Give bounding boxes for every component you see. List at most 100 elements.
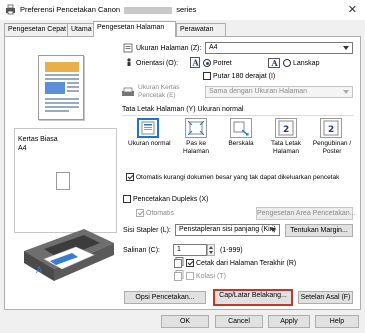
print-last-page-icon	[174, 257, 184, 268]
layout-scaled-label: Berskala	[228, 140, 254, 147]
copies-input[interactable]: 1	[173, 244, 207, 256]
divider	[122, 115, 354, 116]
copies-label-text: Salinan	[123, 247, 147, 254]
stapling-side-label-key: (L):	[160, 227, 171, 234]
printer-paper-size-select[interactable]: Sama dengan Ukuran Halaman	[205, 86, 353, 98]
collate-icon	[174, 270, 184, 281]
tab-main[interactable]: Utama	[67, 23, 94, 36]
specify-margin-button[interactable]: Tentukan Margin...	[285, 224, 353, 237]
printer-icon	[6, 4, 15, 15]
window-title: Preferensi Pencetakan Canon series	[20, 5, 196, 14]
duplex-checkbox[interactable]	[123, 195, 131, 203]
tab-maintenance[interactable]: Perawatan	[176, 23, 226, 36]
stamp-background-button[interactable]: Cap/Latar Belakang...	[213, 289, 293, 306]
chevron-down-icon	[270, 228, 276, 232]
svg-text:A: A	[271, 58, 279, 68]
print-options-button[interactable]: Opsi Pencetakan...	[124, 291, 206, 304]
window-title-prefix: Preferensi Pencetakan Canon	[20, 5, 121, 14]
layout-scaled-icon[interactable]	[230, 118, 252, 138]
duplex-auto-label: Otomatis	[146, 210, 175, 217]
page-size-label-key: (Z):	[190, 45, 202, 52]
stapling-side-label: Sisi Stapler (L):	[123, 227, 171, 234]
tab-page-setup[interactable]: Pengesetan Halaman	[93, 21, 176, 37]
page-size-icon	[123, 43, 133, 53]
media-type-text: Kertas Biasa	[18, 136, 58, 143]
layout-fit-icon[interactable]	[185, 118, 207, 138]
preview-content-icon	[45, 62, 79, 112]
landscape-radio[interactable]	[283, 59, 291, 67]
layout-fit-label-1: Pas ke	[186, 140, 206, 147]
page-layout-heading-text: Tata Letak Halaman	[122, 106, 185, 113]
rotate-180-label-key: (I)	[268, 73, 276, 80]
layout-tiling-icon[interactable]: 2	[320, 118, 342, 138]
print-last-page-label-text: Cetak dari Halaman Terakhir	[196, 260, 285, 267]
copies-spinner[interactable]	[207, 244, 215, 256]
defaults-button[interactable]: Setelan Asal (F)	[298, 291, 353, 304]
printer-paper-size-icon	[122, 87, 134, 96]
printer-paper-size-label-2: Pencetak (E)	[138, 92, 176, 99]
print-last-page-label: Cetak dari Halaman Terakhir (R)	[196, 260, 296, 267]
copies-value: 1	[177, 246, 181, 253]
printer-illustration-icon: A	[24, 229, 114, 281]
landscape-icon: A	[268, 58, 280, 68]
copies-range: (1-999)	[220, 247, 243, 254]
auto-reduce-checkbox[interactable]	[126, 173, 134, 181]
orientation-label-key: (O):	[165, 60, 179, 67]
help-button[interactable]: Help	[315, 315, 359, 328]
tab-quick-setup[interactable]: Pengesetan Cepat	[4, 23, 68, 36]
layout-tiling-label-1: Pengubinan /	[312, 140, 352, 147]
stapling-side-select[interactable]: Penstapleran sisi panjang (Kiri)	[175, 224, 280, 236]
page-size-label-text: Ukuran Halaman	[136, 45, 189, 52]
collate-checkbox[interactable]	[186, 272, 194, 280]
layout-normal-icon[interactable]	[137, 118, 159, 138]
rotate-180-label: Putar 180 derajat (I)	[213, 73, 275, 80]
duplex-label-text: Pencetakan Dupleks	[133, 196, 198, 203]
copies-label: Salinan (C):	[123, 247, 160, 254]
close-button[interactable]: ✕	[348, 3, 357, 16]
arrow-down-icon	[209, 251, 213, 254]
title-bar: Preferensi Pencetakan Canon series ✕	[0, 0, 365, 20]
page-preview	[38, 55, 84, 120]
svg-text:2: 2	[283, 125, 289, 135]
print-last-page-checkbox[interactable]	[186, 259, 194, 267]
chevron-down-icon	[343, 46, 349, 50]
orientation-icon	[127, 58, 131, 66]
duplex-auto-checkbox[interactable]	[136, 209, 144, 217]
portrait-radio[interactable]	[203, 59, 211, 67]
layout-page-layout-label-2: Halaman	[272, 148, 299, 155]
layout-page-layout-icon[interactable]: 2	[275, 118, 297, 138]
duplex-label: Pencetakan Dupleks (X)	[133, 196, 209, 203]
print-area-setup-button[interactable]: Pengesetan Area Pencetakan...	[256, 207, 355, 220]
chevron-down-icon	[343, 90, 349, 94]
page-size-label: Ukuran Halaman (Z):	[136, 45, 201, 52]
collate-label-text: Kolasi	[196, 273, 216, 280]
media-size-text: A4	[18, 145, 27, 152]
orientation-label: Orientasi (O):	[136, 60, 178, 67]
layout-normal-label: Ukuran normal	[128, 140, 171, 147]
layout-fit-label-2: Halaman	[182, 148, 209, 155]
rotate-180-checkbox[interactable]	[203, 72, 211, 80]
model-name-redacted	[124, 6, 173, 14]
collate-label-key: (T)	[217, 273, 226, 280]
rotate-180-label-text: Putar 180 derajat	[213, 73, 267, 80]
arrow-up-icon	[209, 246, 213, 249]
layout-tiling-label-2: Poster	[322, 148, 342, 155]
page-size-select[interactable]: A4	[205, 42, 353, 54]
portrait-icon: A	[190, 57, 200, 68]
page-layout-heading-key: (Y)	[186, 106, 196, 113]
page-layout-current: Ukuran normal	[197, 106, 244, 113]
window-title-suffix: series	[176, 5, 197, 14]
printer-paper-size-value: Sama dengan Ukuran Halaman	[209, 88, 308, 95]
svg-text:A: A	[192, 58, 200, 68]
layout-page-layout-label-1: Tata Letak	[271, 140, 301, 147]
ok-button[interactable]: OK	[161, 315, 209, 328]
stapling-side-label-text: Sisi Stapler	[123, 227, 159, 234]
page-size-value: A4	[209, 44, 218, 51]
svg-text:2: 2	[328, 125, 334, 135]
landscape-label: Lanskap	[293, 60, 320, 67]
cancel-button[interactable]: Cancel	[215, 315, 263, 328]
svg-text:A: A	[36, 266, 43, 276]
copies-label-key: (C):	[148, 247, 160, 254]
apply-button[interactable]: Apply	[268, 315, 310, 328]
duplex-label-key: (X)	[199, 196, 209, 203]
